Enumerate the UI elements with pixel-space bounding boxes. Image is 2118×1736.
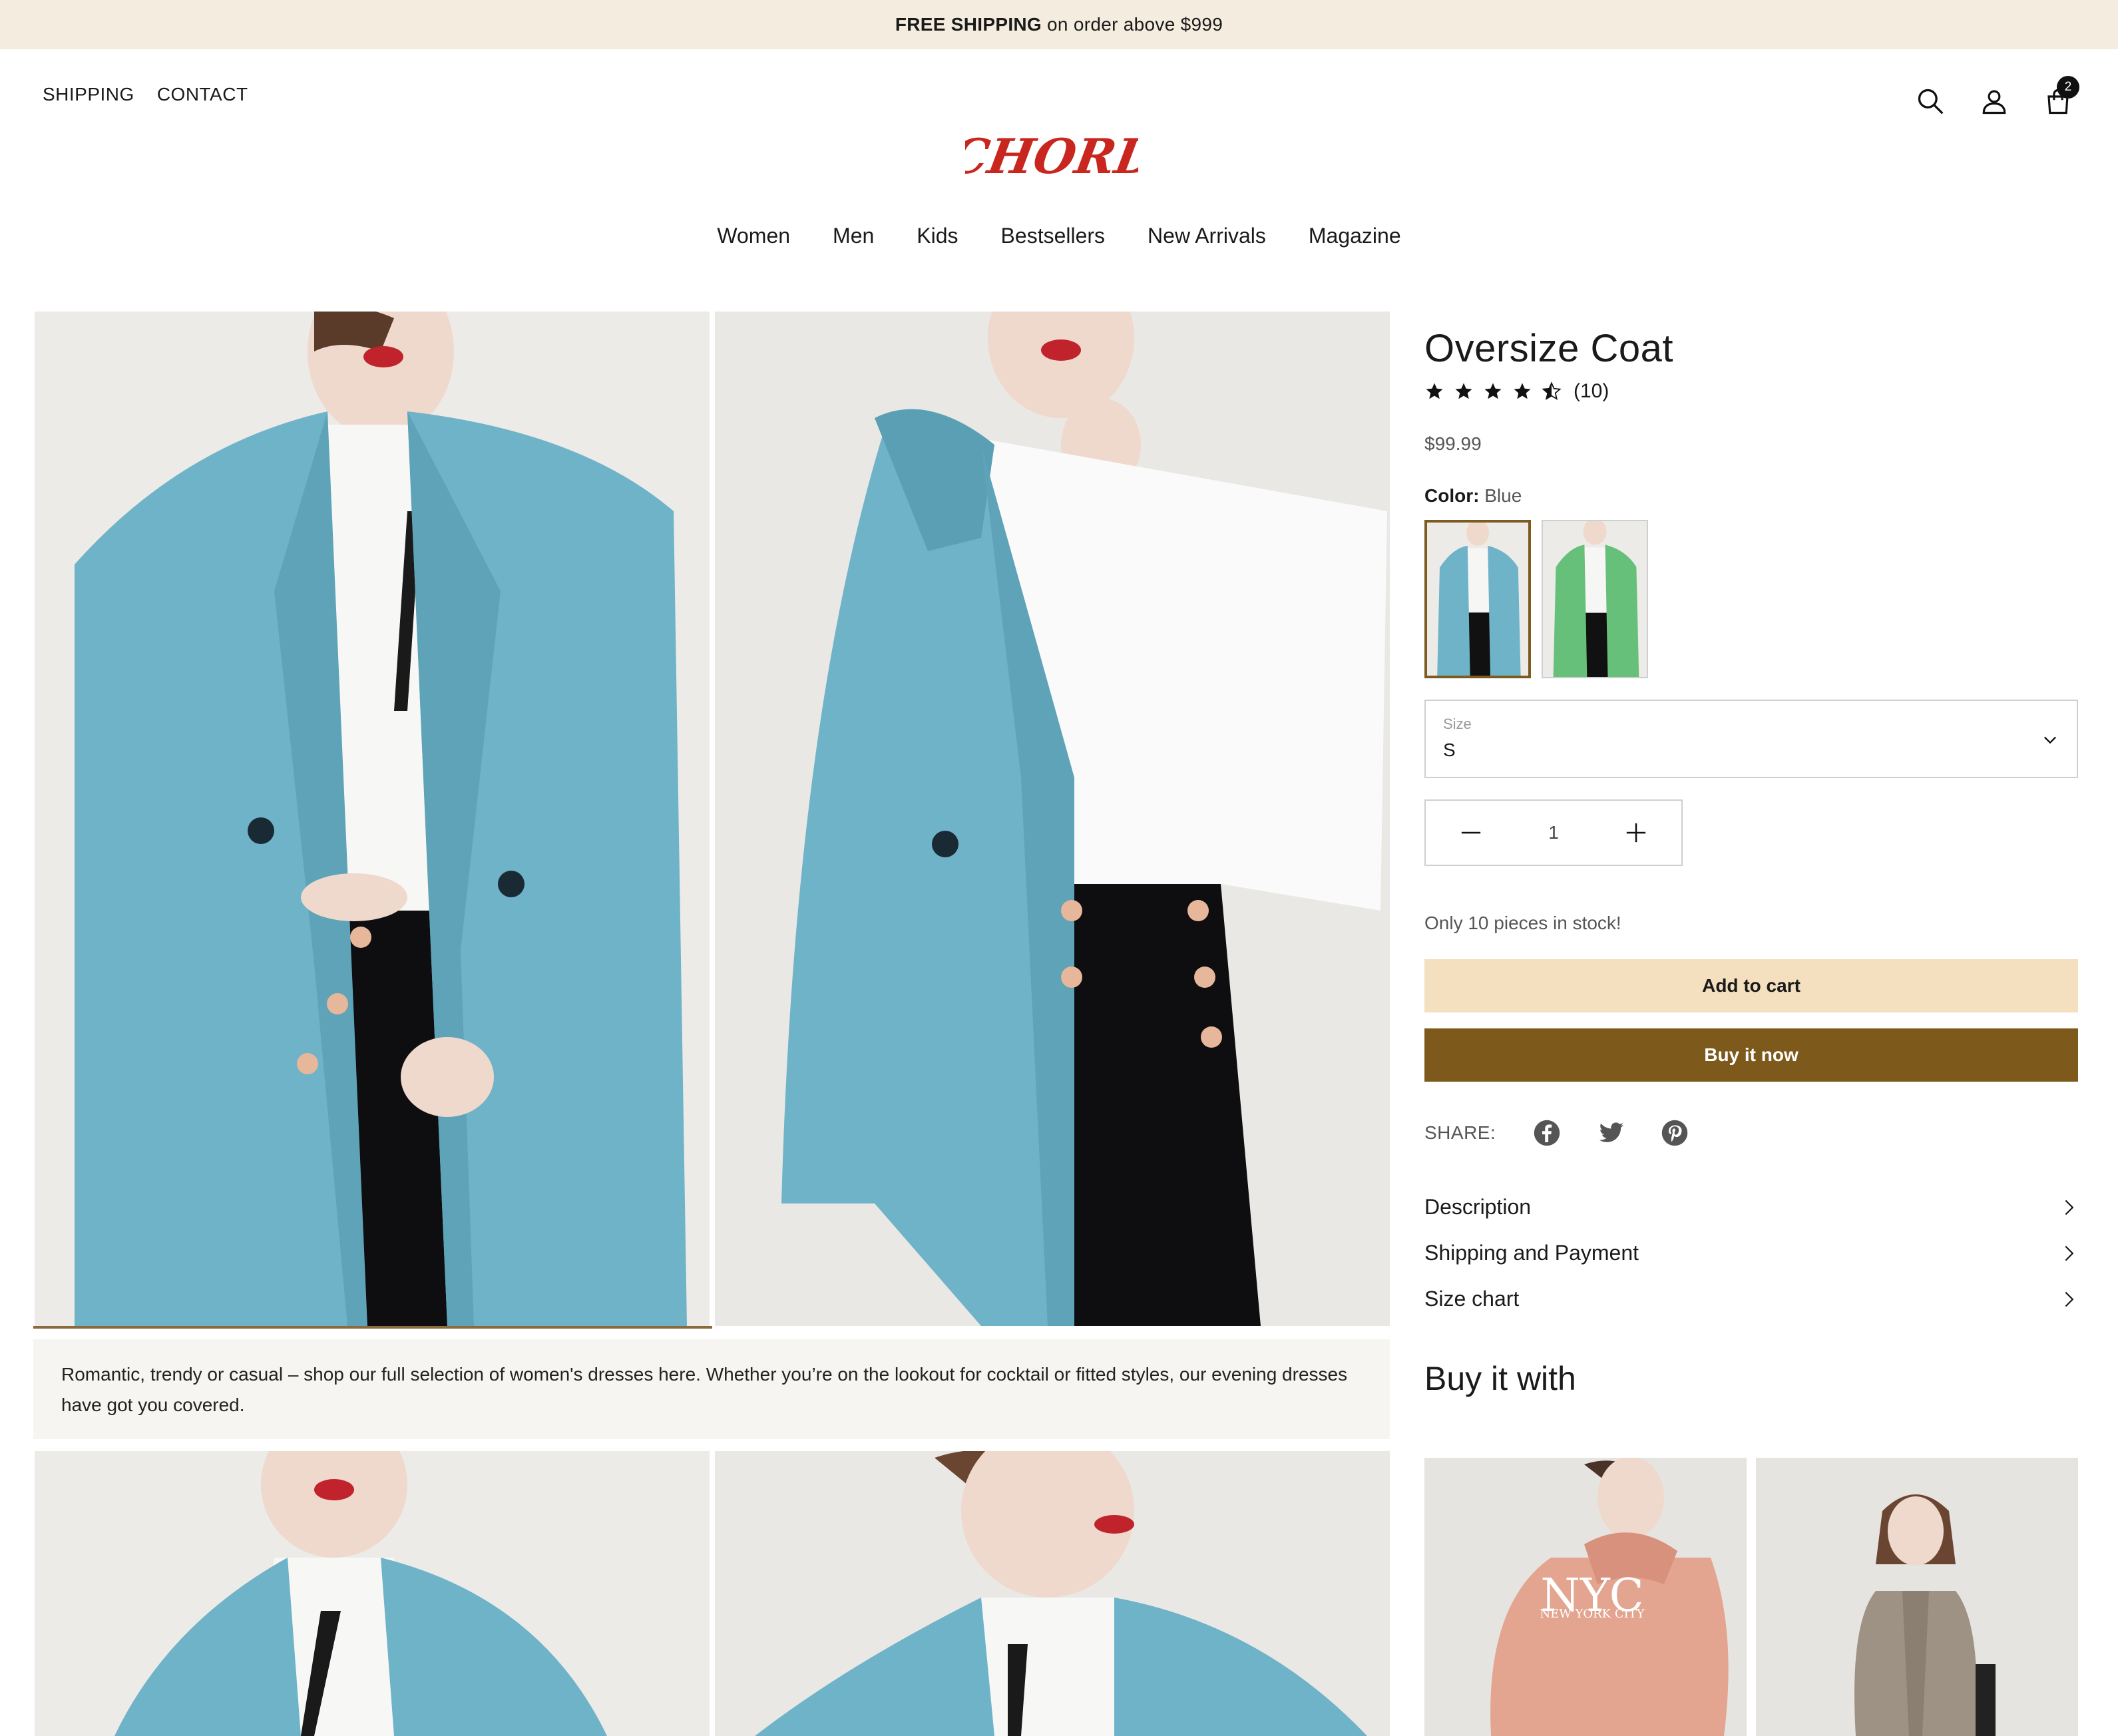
color-label: Color: Blue — [1424, 485, 2078, 507]
decrease-quantity-button[interactable] — [1458, 819, 1484, 846]
product-rating[interactable]: (10) — [1424, 380, 2078, 403]
nav-item-magazine[interactable]: Magazine — [1309, 224, 1401, 248]
accordion-shipping-payment[interactable]: Shipping and Payment — [1424, 1230, 2078, 1276]
logo-text: CHORD — [965, 129, 1138, 185]
announcement-bold: FREE SHIPPING — [895, 14, 1042, 35]
user-icon — [1982, 90, 2006, 114]
swatch-green[interactable] — [1542, 520, 1648, 678]
rating-stars — [1424, 381, 1562, 401]
accordion-size-chart[interactable]: Size chart — [1424, 1276, 2078, 1322]
accordion-label: Description — [1424, 1195, 1532, 1219]
share-row: SHARE: — [1424, 1119, 2078, 1147]
chevron-right-icon — [2065, 1245, 2074, 1261]
product-title: Oversize Coat — [1424, 327, 1673, 370]
twitter-icon[interactable] — [1597, 1119, 1625, 1147]
buy-with-product-coat[interactable] — [1756, 1458, 2078, 1736]
color-label-text: Color: — [1424, 485, 1480, 506]
search-icon — [1918, 89, 1944, 114]
nav-item-men[interactable]: Men — [833, 224, 874, 248]
product-info: Oversize Coat (10) $99.99 Color: Blue Si… — [1424, 326, 2078, 1398]
announcement-bar: FREE SHIPPING on order above $999 — [0, 0, 2118, 49]
swatch-blue[interactable] — [1424, 520, 1531, 678]
facebook-icon[interactable] — [1533, 1119, 1561, 1147]
quantity-stepper: 1 — [1424, 799, 1683, 866]
product-price: $99.99 — [1424, 433, 1482, 454]
announcement-text: on order above $999 — [1047, 14, 1223, 35]
product-image-3[interactable] — [35, 1451, 710, 1736]
review-count: (10) — [1574, 380, 1609, 402]
size-value: S — [1443, 740, 1456, 760]
hoodie-print: NEW YORK CITY — [1540, 1607, 1645, 1621]
product-image-2[interactable] — [715, 312, 1390, 1326]
plus-icon — [1626, 823, 1646, 843]
active-image-indicator — [33, 1326, 712, 1329]
product-image-4[interactable] — [715, 1451, 1390, 1736]
pinterest-icon[interactable] — [1661, 1119, 1689, 1147]
category-description: Romantic, trendy or casual – shop our fu… — [33, 1339, 1390, 1439]
header-actions: 2 — [1913, 76, 2079, 120]
nav-item-bestsellers[interactable]: Bestsellers — [1001, 224, 1106, 248]
buy-now-button[interactable]: Buy it now — [1424, 1028, 2078, 1082]
add-to-cart-button[interactable]: Add to cart — [1424, 959, 2078, 1012]
minus-icon — [1461, 831, 1481, 834]
accordion-description[interactable]: Description — [1424, 1184, 2078, 1230]
increase-quantity-button[interactable] — [1623, 819, 1649, 846]
chevron-right-icon — [2065, 1199, 2074, 1215]
chevron-right-icon — [2065, 1291, 2074, 1307]
star-icon — [1426, 383, 1443, 399]
color-swatches — [1424, 520, 2078, 678]
star-icon — [1514, 383, 1531, 399]
main-nav: Women Men Kids Bestsellers New Arrivals … — [0, 224, 2118, 248]
search-button[interactable] — [1913, 83, 1948, 120]
half-star-icon — [1542, 381, 1562, 401]
size-select[interactable]: Size S — [1424, 700, 2078, 778]
shipping-link[interactable]: SHIPPING — [43, 84, 134, 105]
stock-message: Only 10 pieces in stock! — [1424, 913, 1621, 933]
product-accordion: Description Shipping and Payment Size ch… — [1424, 1184, 2078, 1322]
color-value: Blue — [1484, 485, 1522, 506]
chevron-down-icon — [2044, 736, 2056, 744]
account-button[interactable] — [1977, 83, 2012, 120]
contact-link[interactable]: CONTACT — [157, 84, 248, 105]
buy-it-with-heading: Buy it with — [1424, 1360, 1576, 1397]
nav-item-women[interactable]: Women — [717, 224, 790, 248]
quantity-value[interactable]: 1 — [1548, 822, 1559, 843]
share-label: SHARE: — [1424, 1122, 1496, 1143]
cart-button[interactable]: 2 — [2041, 76, 2079, 120]
nav-item-kids[interactable]: Kids — [917, 224, 958, 248]
star-icon — [1455, 383, 1472, 399]
size-label: Size — [1443, 716, 1472, 732]
product-image-1[interactable] — [35, 312, 710, 1326]
cart-count-badge: 2 — [2057, 76, 2079, 99]
accordion-label: Shipping and Payment — [1424, 1241, 1639, 1265]
star-icon — [1484, 383, 1502, 399]
brand-logo[interactable]: CHORD — [946, 124, 1162, 190]
utility-nav: SHIPPING CONTACT — [43, 84, 248, 105]
nav-item-new-arrivals[interactable]: New Arrivals — [1148, 224, 1266, 248]
accordion-label: Size chart — [1424, 1287, 1520, 1311]
buy-with-product-hoodie[interactable]: NYC NEW YORK CITY — [1424, 1458, 1747, 1736]
